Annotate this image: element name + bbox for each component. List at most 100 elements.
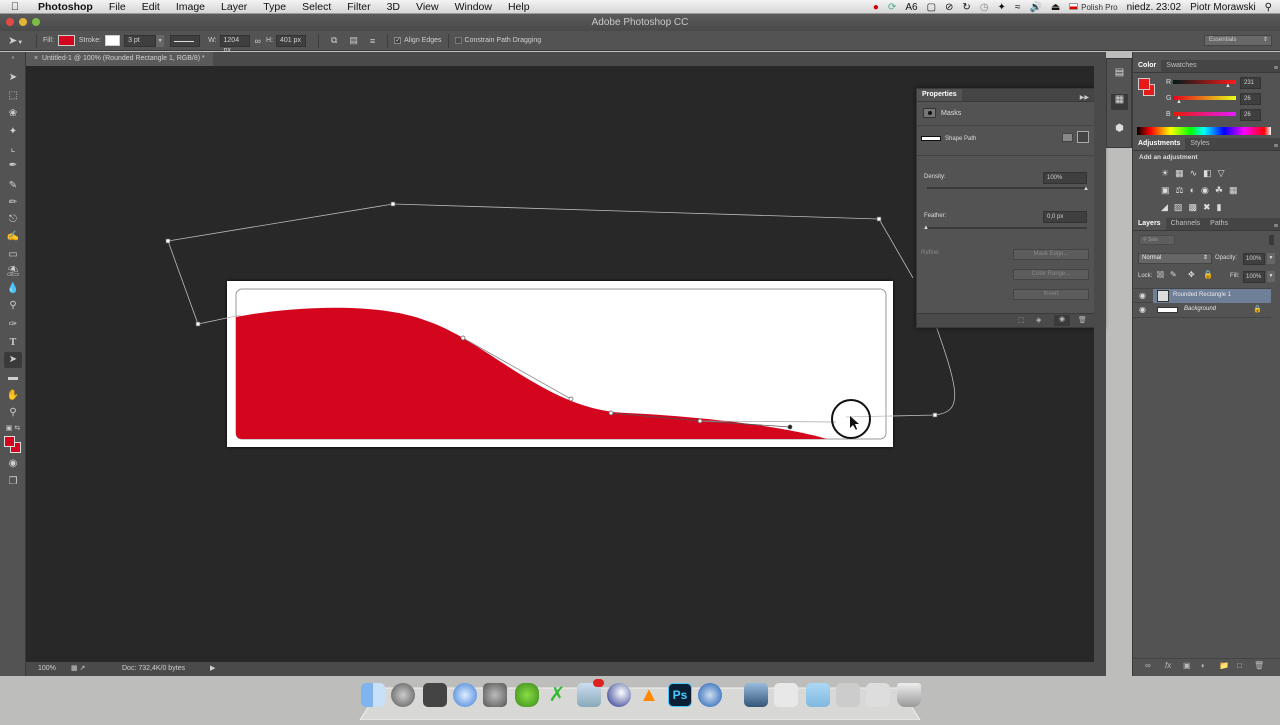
hue-saturation-icon[interactable]: ▣ xyxy=(1161,185,1176,195)
mask-edge-button[interactable]: Mask Edge... xyxy=(1013,249,1089,260)
path-selection-tool-icon[interactable]: ➤ xyxy=(4,352,22,368)
channel-mixer-icon[interactable]: ☘ xyxy=(1215,185,1229,195)
clone-stamp-tool-icon[interactable]: ⎋ xyxy=(4,212,22,228)
move-tool-icon[interactable]: ➤ xyxy=(4,70,22,86)
density-slider-thumb[interactable]: ▲ xyxy=(1083,186,1089,192)
channel-r-thumb[interactable]: ▲ xyxy=(1225,83,1231,89)
screen-mode-icon[interactable]: ❐ xyxy=(4,474,22,490)
link-dimensions-icon[interactable]: ∞ xyxy=(255,36,261,46)
wifi-icon[interactable]: ≈ xyxy=(1015,2,1021,13)
blur-tool-icon[interactable]: 💧 xyxy=(4,281,22,297)
time-machine-icon[interactable]: ◷ xyxy=(980,2,989,13)
layer-filter-dropdown[interactable]: ⚲ Sele xyxy=(1139,235,1175,245)
add-mask-icon[interactable]: ▣ xyxy=(1183,661,1191,670)
tab-adjustments[interactable]: Adjustments xyxy=(1133,138,1186,150)
healing-brush-tool-icon[interactable]: ✎ xyxy=(4,178,22,194)
marquee-tool-icon[interactable]: ⬚ xyxy=(4,88,22,104)
color-balance-icon[interactable]: ⚖ xyxy=(1176,185,1190,195)
eyedropper-tool-icon[interactable]: ✒ xyxy=(4,158,22,174)
toolbox-collapse-icon[interactable]: » xyxy=(4,55,22,61)
dock-downloads-stack-icon[interactable] xyxy=(836,683,860,707)
gradient-map-icon[interactable]: ▮ xyxy=(1217,202,1228,212)
layer-row[interactable]: ◉ Rounded Rectangle 1 xyxy=(1133,288,1271,303)
workspace-switcher[interactable]: Essentials ⇕ xyxy=(1204,35,1272,46)
tool-preset-picker[interactable]: ➤▼ xyxy=(8,34,30,47)
path-operations-icon[interactable]: ⧉ xyxy=(331,35,337,46)
threshold-icon[interactable]: ▩ xyxy=(1188,202,1203,212)
menu-3d[interactable]: 3D xyxy=(379,0,408,14)
eject-icon[interactable]: ⏏ xyxy=(1051,2,1060,13)
status-share-icon[interactable]: ▦ ↗ xyxy=(71,662,85,676)
stroke-width-input[interactable]: 3 pt xyxy=(124,34,157,47)
layer-name[interactable]: Rounded Rectangle 1 xyxy=(1173,292,1231,298)
blend-mode-dropdown[interactable]: Normal ⇕ xyxy=(1138,253,1212,264)
clock[interactable]: niedz. 23:02 xyxy=(1127,2,1182,13)
type-tool-icon[interactable]: T xyxy=(4,335,22,351)
default-colors-icon[interactable]: ▣ ⇆ xyxy=(4,421,22,437)
collapse-icon[interactable]: ▶▶ xyxy=(1080,94,1089,101)
selective-color-icon[interactable]: ✖ xyxy=(1203,202,1217,212)
menu-help[interactable]: Help xyxy=(500,0,538,14)
tab-channels[interactable]: Channels xyxy=(1166,218,1206,230)
tab-styles[interactable]: Styles xyxy=(1185,138,1214,150)
toggle-mask-visibility-icon[interactable]: ◉ xyxy=(1054,315,1070,326)
dock-keyboard-icon[interactable] xyxy=(774,683,798,707)
shape-layer[interactable] xyxy=(227,281,893,447)
properties-panel-icon[interactable]: ▦ xyxy=(1111,94,1128,110)
tab-paths[interactable]: Paths xyxy=(1205,218,1233,230)
new-group-icon[interactable]: 📁 xyxy=(1219,661,1229,670)
lock-all-icon[interactable]: 🔒 xyxy=(1203,270,1213,279)
stroke-width-dropdown[interactable]: ▼ xyxy=(156,34,165,47)
link-layers-icon[interactable]: ∞ xyxy=(1145,661,1151,670)
visibility-eye-icon[interactable]: ◉ xyxy=(1139,291,1146,300)
pen-tool-icon[interactable]: ✑ xyxy=(4,317,22,333)
volume-icon[interactable]: 🔊 xyxy=(1029,2,1041,13)
quick-mask-icon[interactable]: ◉ xyxy=(4,456,22,472)
close-window-button[interactable] xyxy=(6,18,14,26)
new-layer-icon[interactable]: □ xyxy=(1237,661,1242,670)
curves-icon[interactable]: ∿ xyxy=(1190,168,1204,178)
panel-menu-icon[interactable]: ≡ xyxy=(1274,65,1278,72)
dock-trash-icon[interactable] xyxy=(897,683,921,707)
stroke-swatch[interactable] xyxy=(105,35,121,46)
menu-app[interactable]: Photoshop xyxy=(30,0,101,14)
opacity-dropdown[interactable]: ▼ xyxy=(1267,253,1275,264)
align-edges-checkbox[interactable]: ✓ xyxy=(394,37,402,44)
dock-launchpad-icon[interactable] xyxy=(391,683,415,707)
vector-mask-thumbnail[interactable] xyxy=(921,136,941,141)
menu-select[interactable]: Select xyxy=(294,0,339,14)
invert-adjustment-icon[interactable]: ◢ xyxy=(1161,202,1174,212)
photo-filter-icon[interactable]: ◉ xyxy=(1201,185,1215,195)
dock-finder-icon[interactable] xyxy=(361,683,385,707)
brush-tool-icon[interactable]: ✏ xyxy=(4,195,22,211)
menu-window[interactable]: Window xyxy=(447,0,500,14)
constrain-path-checkbox[interactable] xyxy=(454,37,462,44)
opacity-input[interactable]: 100% xyxy=(1243,253,1265,265)
dock-xmarks-icon[interactable]: ✗ xyxy=(545,683,569,707)
hand-tool-icon[interactable]: ✋ xyxy=(4,388,22,404)
quick-selection-tool-icon[interactable]: ✦ xyxy=(4,124,22,140)
close-tab-icon[interactable]: × xyxy=(34,55,38,62)
channel-b-slider[interactable] xyxy=(1173,112,1236,116)
user-name[interactable]: Piotr Morawski xyxy=(1190,2,1256,13)
zoom-tool-icon[interactable]: ⚲ xyxy=(4,405,22,421)
panel-menu-icon[interactable]: ≡ xyxy=(1274,223,1278,230)
menu-type[interactable]: Type xyxy=(255,0,294,14)
posterize-icon[interactable]: ▨ xyxy=(1174,202,1189,212)
dock-documents-stack-icon[interactable] xyxy=(866,683,890,707)
menu-image[interactable]: Image xyxy=(168,0,213,14)
vibrance-icon[interactable]: ▽ xyxy=(1218,168,1231,178)
channel-g-thumb[interactable]: ▲ xyxy=(1176,99,1182,105)
menu-layer[interactable]: Layer xyxy=(213,0,255,14)
brightness-contrast-icon[interactable]: ☀ xyxy=(1161,168,1175,178)
dock-quicktime-icon[interactable] xyxy=(698,683,722,707)
refresh-icon[interactable]: ↻ xyxy=(962,2,970,13)
input-source[interactable]: Polish Pro xyxy=(1069,2,1118,13)
paint-bucket-tool-icon[interactable]: ⛱ xyxy=(4,264,22,280)
density-slider[interactable] xyxy=(927,187,1087,189)
spotlight-icon[interactable]: ⚲ xyxy=(1265,2,1272,13)
layer-name[interactable]: Background xyxy=(1184,306,1216,312)
channel-b-thumb[interactable]: ▲ xyxy=(1176,115,1182,121)
bluetooth-icon[interactable]: ✦ xyxy=(998,2,1006,13)
layer-row[interactable]: ◉ Background 🔒 xyxy=(1133,303,1271,318)
